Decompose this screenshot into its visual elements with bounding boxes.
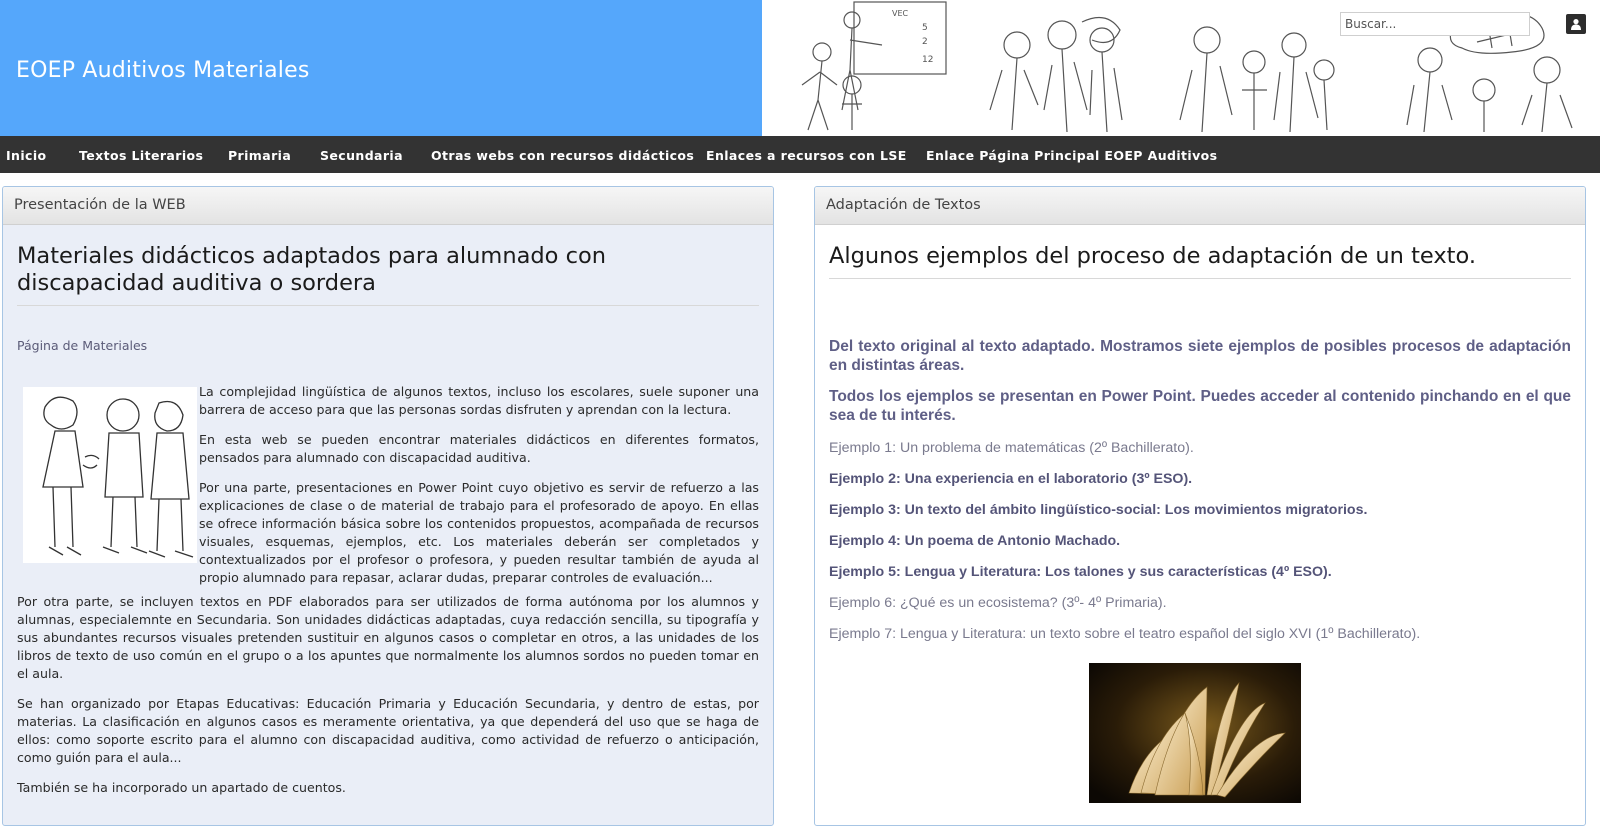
nav-item-enlaces-lse[interactable]: Enlaces a recursos con LSE	[706, 148, 907, 163]
children-illustration-icon	[23, 387, 197, 563]
panel-header: Presentación de la WEB	[3, 187, 773, 225]
panel-header: Adaptación de Textos	[815, 187, 1585, 225]
example-link[interactable]: Ejemplo 6: ¿Qué es un ecosistema? (3º- 4…	[829, 594, 1571, 612]
intro-text: Del texto original al texto adaptado. Mo…	[829, 338, 1571, 374]
nav-item-textos-literarios[interactable]: Textos Literarios	[79, 148, 203, 163]
svg-text:VEC: VEC	[892, 9, 909, 18]
search-input[interactable]	[1340, 12, 1530, 36]
nav-item-primaria[interactable]: Primaria	[228, 148, 291, 163]
adaptation-panel: Adaptación de Textos Algunos ejemplos de…	[814, 186, 1586, 826]
user-icon	[1571, 19, 1581, 30]
intro-paragraph: Se han organizado por Etapas Educativas:…	[17, 696, 759, 765]
presentation-panel: Presentación de la WEB Materiales didáct…	[2, 186, 774, 826]
nav-item-inicio[interactable]: Inicio	[6, 148, 47, 163]
example-link[interactable]: Ejemplo 7: Lengua y Literatura: un texto…	[829, 625, 1571, 643]
nav-item-otras-webs[interactable]: Otras webs con recursos didácticos	[431, 148, 694, 163]
nav-item-eoep-principal[interactable]: Enlace Página Principal EOEP Auditivos	[926, 148, 1217, 163]
page-title: Materiales didácticos adaptados para alu…	[17, 243, 759, 306]
open-book-icon	[1089, 663, 1301, 803]
materials-link[interactable]: Página de Materiales	[17, 338, 759, 353]
svg-text:12: 12	[922, 55, 933, 65]
example-link[interactable]: Ejemplo 5: Lengua y Literatura: Los talo…	[829, 563, 1571, 581]
example-link[interactable]: Ejemplo 4: Un poema de Antonio Machado.	[829, 532, 1571, 550]
example-link[interactable]: Ejemplo 3: Un texto del ámbito lingüísti…	[829, 501, 1571, 519]
site-header: EOEP Auditivos Materiales VEC 5 2 12	[0, 0, 1600, 136]
example-link[interactable]: Ejemplo 1: Un problema de matemáticas (2…	[829, 439, 1571, 457]
example-link[interactable]: Ejemplo 2: Una experiencia en el laborat…	[829, 470, 1571, 488]
svg-text:2: 2	[922, 37, 928, 47]
intro-paragraph: En esta web se pueden encontrar material…	[199, 432, 759, 465]
site-title[interactable]: EOEP Auditivos Materiales	[16, 58, 310, 83]
svg-text:5: 5	[922, 23, 928, 33]
user-login-button[interactable]	[1566, 14, 1586, 34]
intro-paragraph: Por otra parte, se incluyen textos en PD…	[17, 594, 759, 681]
intro-paragraph: La complejidad lingüística de algunos te…	[199, 384, 759, 417]
intro-paragraph: Por una parte, presentaciones en Power P…	[199, 480, 759, 585]
section-title: Algunos ejemplos del proceso de adaptaci…	[829, 243, 1571, 279]
intro-text: Todos los ejemplos se presentan en Power…	[829, 388, 1571, 424]
main-nav: Inicio Textos Literarios Primaria Secund…	[0, 136, 1600, 173]
header-banner: EOEP Auditivos Materiales	[0, 0, 762, 136]
intro-paragraph: También se ha incorporado un apartado de…	[17, 780, 346, 795]
nav-item-secundaria[interactable]: Secundaria	[320, 148, 403, 163]
